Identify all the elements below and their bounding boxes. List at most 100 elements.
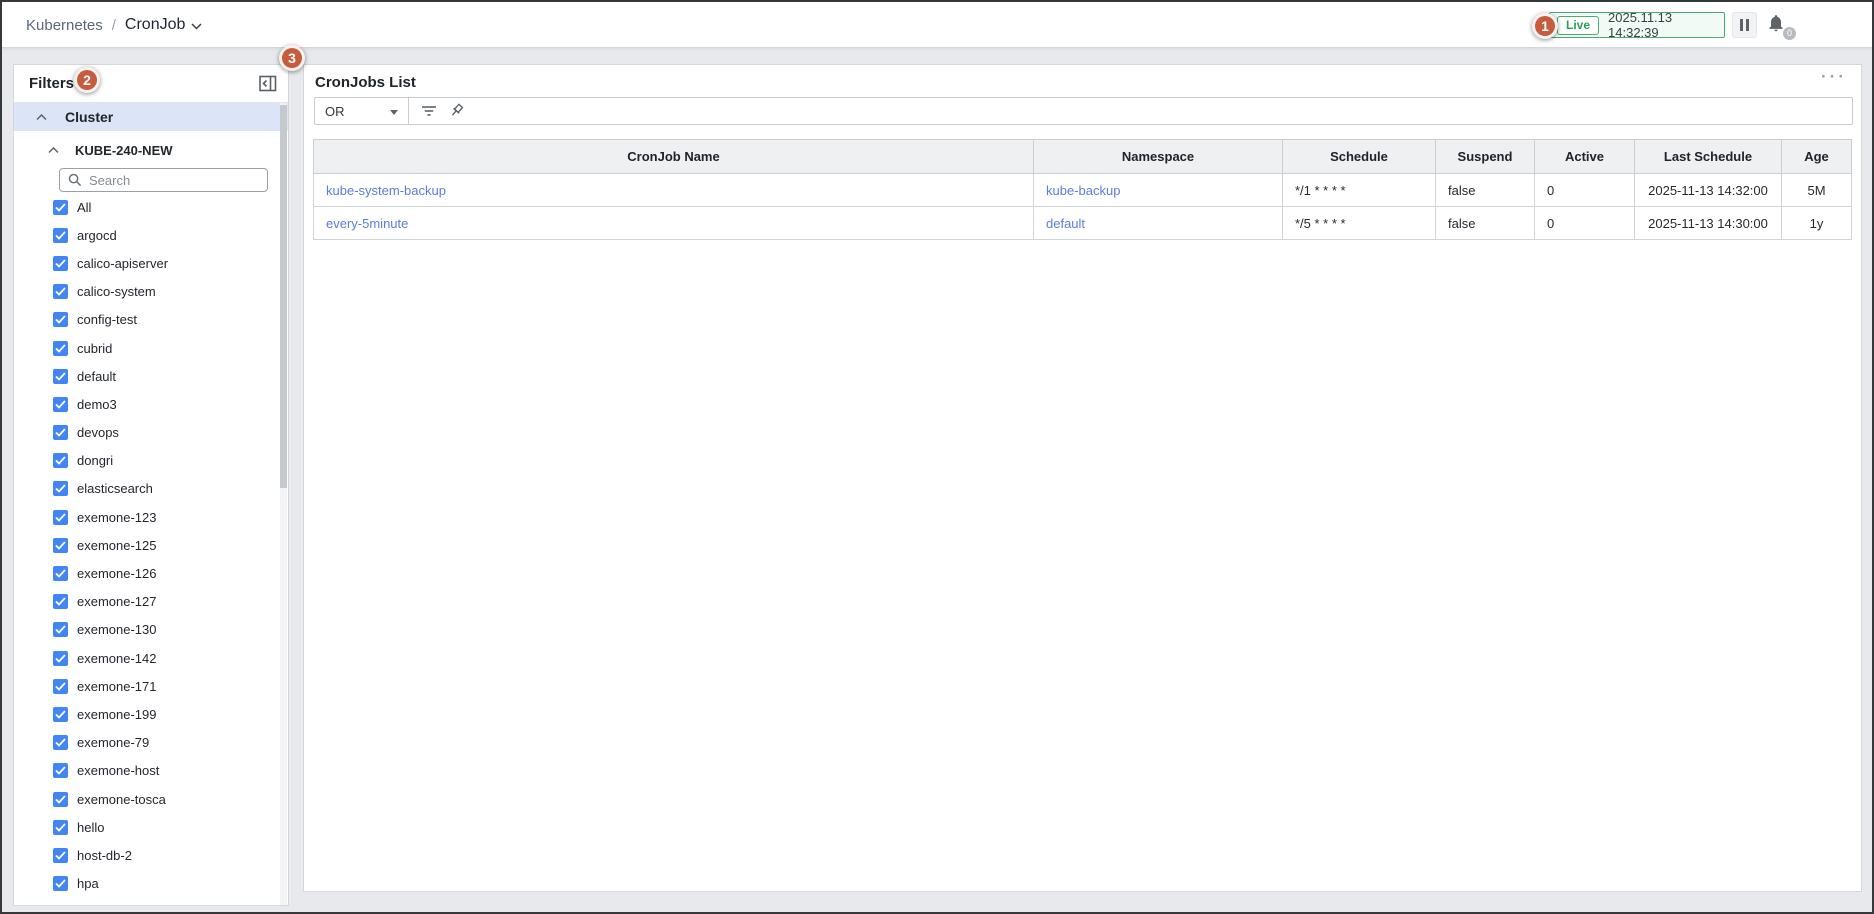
checkbox-checked-icon[interactable] bbox=[53, 341, 68, 356]
table-row: kube-system-backupkube-backup*/1 * * * *… bbox=[314, 174, 1852, 207]
namespace-filter-item[interactable]: exemone-123 bbox=[14, 503, 276, 531]
namespace-filter-label: demo3 bbox=[77, 397, 117, 412]
namespace-filter-label: exemone-127 bbox=[77, 594, 157, 609]
namespace-search-input[interactable] bbox=[89, 173, 249, 188]
namespace-filter-item[interactable]: All bbox=[14, 193, 276, 221]
checkbox-checked-icon[interactable] bbox=[53, 228, 68, 243]
chevron-up-icon bbox=[48, 147, 59, 154]
namespace-filter-item[interactable]: exemone-125 bbox=[14, 531, 276, 559]
namespace-filter-item[interactable]: devops bbox=[14, 419, 276, 447]
live-badge: Live bbox=[1557, 16, 1599, 35]
filters-title: Filters bbox=[29, 75, 74, 92]
cluster-section-label: Cluster bbox=[65, 109, 113, 125]
namespace-filter-item[interactable]: demo3 bbox=[14, 390, 276, 418]
namespace-filter-label: elasticsearch bbox=[77, 481, 153, 496]
column-header[interactable]: Age bbox=[1782, 140, 1852, 174]
namespace-filter-item[interactable]: calico-system bbox=[14, 278, 276, 306]
column-header[interactable]: Namespace bbox=[1034, 140, 1283, 174]
more-menu-icon[interactable]: ··· bbox=[1821, 67, 1847, 87]
namespace-filter-item[interactable]: exemone-142 bbox=[14, 644, 276, 672]
checkbox-checked-icon[interactable] bbox=[53, 397, 68, 412]
age-cell: 5M bbox=[1782, 174, 1852, 207]
namespace-filter-item[interactable]: exemone-130 bbox=[14, 616, 276, 644]
column-header[interactable]: Schedule bbox=[1283, 140, 1436, 174]
cluster-name-toggle[interactable]: KUBE-240-NEW bbox=[14, 137, 288, 163]
namespace-filter-item[interactable]: exemone-tosca bbox=[14, 785, 276, 813]
checkbox-checked-icon[interactable] bbox=[53, 200, 68, 215]
namespace-filter-item[interactable]: exemone-126 bbox=[14, 559, 276, 587]
checkbox-checked-icon[interactable] bbox=[53, 566, 68, 581]
namespace-filter-item[interactable]: host-db-2 bbox=[14, 841, 276, 869]
annotation-badge-1: 1 bbox=[1532, 13, 1558, 39]
namespace-cell: default bbox=[1034, 207, 1283, 240]
collapse-sidebar-button[interactable] bbox=[259, 75, 277, 92]
namespace-search-box bbox=[59, 168, 268, 192]
checkbox-checked-icon[interactable] bbox=[53, 256, 68, 271]
namespace-filter-item[interactable]: config-test bbox=[14, 306, 276, 334]
column-header[interactable]: Last Schedule bbox=[1635, 140, 1782, 174]
filter-operator-select[interactable]: OR bbox=[315, 98, 408, 124]
table-header-row: CronJob NameNamespaceScheduleSuspendActi… bbox=[314, 140, 1852, 174]
checkbox-checked-icon[interactable] bbox=[53, 848, 68, 863]
namespace-filter-item[interactable]: hello bbox=[14, 813, 276, 841]
namespace-filter-label: calico-system bbox=[77, 284, 156, 299]
namespace-filter-item[interactable]: cubrid bbox=[14, 334, 276, 362]
namespace-filter-label: host-db-2 bbox=[77, 848, 132, 863]
notifications-button[interactable]: 0 bbox=[1766, 12, 1796, 40]
checkbox-checked-icon[interactable] bbox=[53, 763, 68, 778]
column-header[interactable]: CronJob Name bbox=[314, 140, 1034, 174]
checkbox-checked-icon[interactable] bbox=[53, 453, 68, 468]
checkbox-checked-icon[interactable] bbox=[53, 820, 68, 835]
namespace-filter-label: exemone-126 bbox=[77, 566, 157, 581]
cluster-section-toggle[interactable]: Cluster bbox=[14, 103, 288, 131]
pin-filter-button[interactable] bbox=[449, 103, 465, 119]
namespace-filter-item[interactable]: dongri bbox=[14, 447, 276, 475]
sidebar-scrollbar-thumb[interactable] bbox=[280, 105, 287, 488]
namespace-filter-item[interactable]: exemone-199 bbox=[14, 700, 276, 728]
checkbox-checked-icon[interactable] bbox=[53, 369, 68, 384]
namespace-filter-item[interactable]: hpa bbox=[14, 870, 276, 898]
namespace-filter-item[interactable]: default bbox=[14, 362, 276, 390]
namespace-filter-item[interactable]: exemone-host bbox=[14, 757, 276, 785]
checkbox-checked-icon[interactable] bbox=[53, 312, 68, 327]
checkbox-checked-icon[interactable] bbox=[53, 679, 68, 694]
namespace-cell: kube-backup bbox=[1034, 174, 1283, 207]
filter-list-button[interactable] bbox=[421, 104, 437, 118]
checkbox-checked-icon[interactable] bbox=[53, 735, 68, 750]
checkbox-checked-icon[interactable] bbox=[53, 707, 68, 722]
cluster-name-label: KUBE-240-NEW bbox=[75, 143, 173, 158]
namespace-link[interactable]: kube-backup bbox=[1046, 183, 1120, 198]
namespace-filter-label: exemone-199 bbox=[77, 707, 157, 722]
checkbox-checked-icon[interactable] bbox=[53, 876, 68, 891]
checkbox-checked-icon[interactable] bbox=[53, 510, 68, 525]
namespace-filter-item[interactable]: calico-apiserver bbox=[14, 249, 276, 277]
breadcrumb-kubernetes[interactable]: Kubernetes bbox=[26, 17, 103, 34]
cronjob-name-link[interactable]: every-5minute bbox=[326, 216, 408, 231]
suspend-cell: false bbox=[1436, 207, 1535, 240]
breadcrumb-cronjob-dropdown[interactable]: CronJob bbox=[125, 16, 202, 34]
checkbox-checked-icon[interactable] bbox=[53, 622, 68, 637]
checkbox-checked-icon[interactable] bbox=[53, 425, 68, 440]
checkbox-checked-icon[interactable] bbox=[53, 594, 68, 609]
namespace-filter-item[interactable]: exemone-127 bbox=[14, 588, 276, 616]
namespace-filter-item[interactable]: exemone-79 bbox=[14, 729, 276, 757]
namespace-link[interactable]: default bbox=[1046, 216, 1085, 231]
namespace-filter-item[interactable]: exemone-171 bbox=[14, 672, 276, 700]
active-cell: 0 bbox=[1535, 207, 1635, 240]
namespace-filter-item[interactable]: elasticsearch bbox=[14, 475, 276, 503]
pause-refresh-button[interactable] bbox=[1732, 12, 1757, 38]
checkbox-checked-icon[interactable] bbox=[53, 538, 68, 553]
panel-title: CronJobs List bbox=[315, 74, 416, 91]
checkbox-checked-icon[interactable] bbox=[53, 481, 68, 496]
column-header[interactable]: Suspend bbox=[1436, 140, 1535, 174]
column-header[interactable]: Active bbox=[1535, 140, 1635, 174]
namespace-filter-label: exemone-130 bbox=[77, 622, 157, 637]
cronjob-name-link[interactable]: kube-system-backup bbox=[326, 183, 446, 198]
checkbox-checked-icon[interactable] bbox=[53, 651, 68, 666]
checkbox-checked-icon[interactable] bbox=[53, 284, 68, 299]
checkbox-checked-icon[interactable] bbox=[53, 792, 68, 807]
namespace-filter-item[interactable]: argocd bbox=[14, 221, 276, 249]
namespace-filter-item-partial[interactable] bbox=[14, 901, 68, 906]
annotation-badge-3: 3 bbox=[279, 45, 305, 71]
namespace-filter-label: All bbox=[77, 200, 91, 215]
